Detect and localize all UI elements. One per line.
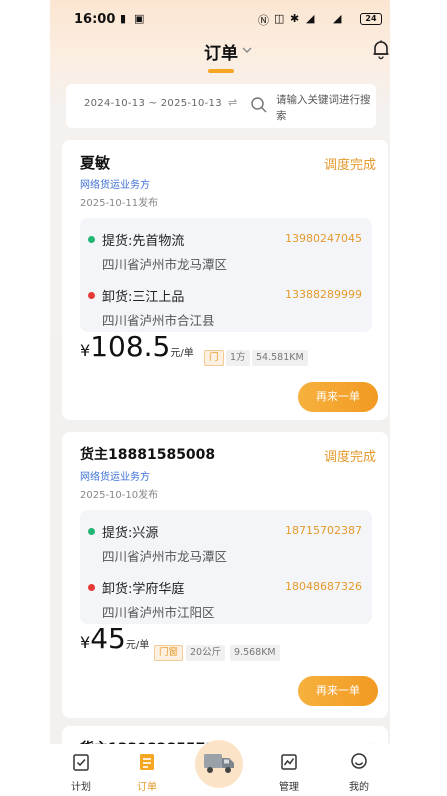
unload-address: 四川省泸州市江阳区 <box>102 605 215 620</box>
volume-tag: 1方 <box>226 350 250 366</box>
weight-tag: 20公斤 <box>186 645 226 661</box>
unload-address: 四川省泸州市合江县 <box>102 313 215 328</box>
order-list-icon <box>140 754 154 770</box>
reorder-button[interactable]: 再来一单 <box>298 676 378 706</box>
cargo-type-tag: 门窗 <box>154 645 184 661</box>
chevron-down-icon[interactable] <box>241 44 253 56</box>
tab-label: 计划 <box>71 782 91 793</box>
price: ¥45元/单 <box>80 622 149 655</box>
pickup-stop: 提货:兴源 18715702387 四川省泸州市龙马潭区 <box>80 518 372 568</box>
route-box: 提货:兴源 18715702387 四川省泸州市龙马潭区 卸货:学府华庭 180… <box>80 510 372 624</box>
battery-level: 24 <box>365 14 377 23</box>
price-value: 45 <box>90 622 126 655</box>
sim-icon: ▮ <box>120 12 127 25</box>
business-type: 网络货运业务方 <box>80 472 150 483</box>
status-badge: 调度完成 <box>323 158 376 173</box>
order-card[interactable]: 夏敏 调度完成 网络货运业务方 2025-10-11发布 提货:先首物流 139… <box>62 140 388 420</box>
pickup-phone[interactable]: 13980247045 <box>285 232 362 245</box>
tab-manage[interactable]: 管理 <box>264 744 314 796</box>
unload-label: 卸货:三江上品 <box>102 290 185 305</box>
status-bar: 16:00 ▮ ▣ Ⓝ ◫ ✱ ◢ ◢ 24 <box>50 0 390 36</box>
bell-icon[interactable] <box>370 38 390 60</box>
truck-icon <box>204 754 234 773</box>
vibrate-icon: ◫ <box>274 12 285 25</box>
status-time: 16:00 <box>74 12 116 27</box>
publish-date: 2025-10-10发布 <box>80 490 159 501</box>
battery-icon: 24 <box>360 13 382 25</box>
pickup-address: 四川省泸州市龙马潭区 <box>102 549 228 564</box>
clipboard-check-icon <box>73 754 89 771</box>
cargo-type-tag: 门 <box>204 350 224 366</box>
order-card[interactable]: 货主18881585008 调度完成 网络货运业务方 2025-10-10发布 … <box>62 432 388 718</box>
route-box: 提货:先首物流 13980247045 四川省泸州市龙马潭区 卸货:三江上品 1… <box>80 218 372 332</box>
price-unit: 元/单 <box>125 640 150 651</box>
shipper-name: 货主18881585008 <box>80 447 216 463</box>
tab-profile[interactable]: 我的 <box>334 744 384 796</box>
price-unit: 元/单 <box>170 348 194 359</box>
signal-5g-icon: ◢ <box>306 12 315 25</box>
status-badge: 调度完成 <box>323 450 376 465</box>
pickup-phone[interactable]: 18715702387 <box>285 524 362 537</box>
unload-dot-icon <box>88 584 95 591</box>
truck-button[interactable] <box>195 740 243 788</box>
shipper-name: 夏敏 <box>80 154 111 172</box>
page-title[interactable]: 订单 <box>204 39 238 64</box>
nfc-icon: Ⓝ <box>258 14 269 27</box>
chart-icon <box>281 754 297 770</box>
unload-phone[interactable]: 13388289999 <box>285 288 362 301</box>
app-notification-icon: ▣ <box>134 12 145 25</box>
tab-label: 订单 <box>137 782 157 793</box>
price-value: 108.5 <box>90 330 171 363</box>
pickup-label: 提货:先首物流 <box>102 234 185 249</box>
pickup-label: 提货:兴源 <box>102 526 159 541</box>
date-range-picker[interactable]: 2024-10-13 ~ 2025-10-13 <box>84 98 222 109</box>
reorder-button[interactable]: 再来一单 <box>298 382 378 412</box>
tab-label: 管理 <box>279 782 299 793</box>
pickup-dot-icon <box>88 236 95 243</box>
search-icon[interactable] <box>250 96 268 114</box>
title-underline <box>208 69 234 73</box>
pickup-stop: 提货:先首物流 13980247045 四川省泸州市龙马潭区 <box>80 226 372 276</box>
search-bar: 2024-10-13 ~ 2025-10-13 ⇌ 请输入关键词进行搜索 <box>66 84 376 128</box>
tab-plan[interactable]: 计划 <box>56 744 106 796</box>
unload-stop: 卸货:三江上品 13388289999 四川省泸州市合江县 <box>80 282 372 332</box>
user-icon <box>351 753 367 769</box>
pickup-address: 四川省泸州市龙马潭区 <box>102 257 228 272</box>
tab-label: 我的 <box>349 782 369 793</box>
signal-5g-icon-2: ◢ <box>333 12 342 25</box>
unload-phone[interactable]: 18048687326 <box>285 580 362 593</box>
bluetooth-icon: ✱ <box>290 12 300 25</box>
distance-tag: 54.581KM <box>252 350 308 366</box>
tab-orders[interactable]: 订单 <box>122 744 172 796</box>
currency-symbol: ¥ <box>80 341 91 360</box>
price: ¥108.5元/单 <box>80 330 194 363</box>
unload-dot-icon <box>88 292 95 299</box>
app-screen: 16:00 ▮ ▣ Ⓝ ◫ ✱ ◢ ◢ 24 订单 2024-10-13 ~ 2… <box>50 0 390 796</box>
page-header: 订单 <box>50 36 390 76</box>
pickup-dot-icon <box>88 528 95 535</box>
distance-tag: 9.568KM <box>230 645 280 661</box>
unload-label: 卸货:学府华庭 <box>102 582 185 597</box>
publish-date: 2025-10-11发布 <box>80 198 159 209</box>
currency-symbol: ¥ <box>80 633 91 652</box>
business-type: 网络货运业务方 <box>80 180 150 191</box>
search-input[interactable]: 请输入关键词进行搜索 <box>276 92 372 124</box>
swap-icon[interactable]: ⇌ <box>228 96 237 109</box>
unload-stop: 卸货:学府华庭 18048687326 四川省泸州市江阳区 <box>80 574 372 624</box>
